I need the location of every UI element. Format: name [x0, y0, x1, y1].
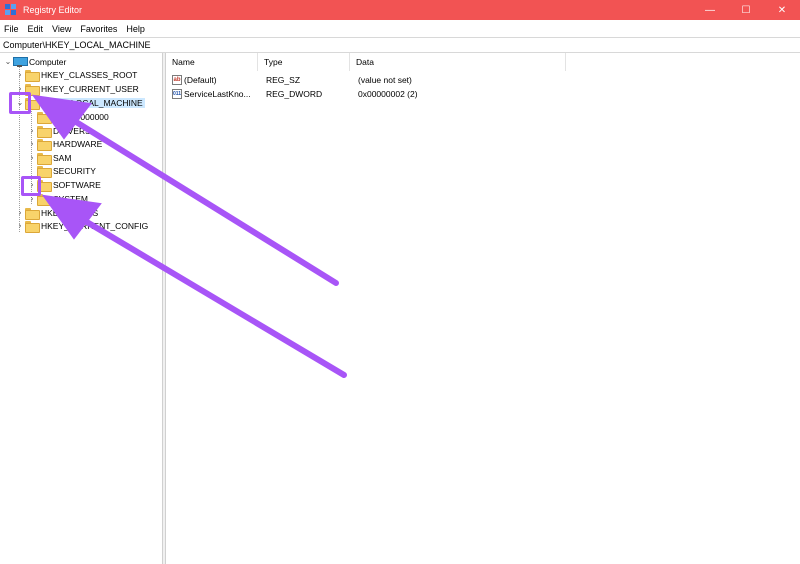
registry-editor-icon [5, 4, 17, 16]
window-title: Registry Editor [23, 5, 83, 15]
tree-item-hkey-classes-root[interactable]: › HKEY_CLASSES_ROOT [15, 68, 138, 82]
close-button[interactable]: ✕ [764, 0, 800, 20]
folder-icon [25, 207, 40, 220]
value-name: (Default) [184, 75, 217, 85]
tree-item-drivers[interactable]: › DRIVERS [27, 124, 91, 138]
folder-icon [37, 152, 52, 165]
menu-edit[interactable]: Edit [24, 24, 49, 34]
menu-file[interactable]: File [0, 24, 24, 34]
tree-label: SAM [53, 152, 72, 163]
tree-pane[interactable]: ⌄ Computer › HKEY_CLASSES_ROOT › HKEY_CU… [0, 53, 162, 564]
value-type: REG_SZ [266, 75, 301, 85]
annotation-highlight-box [9, 92, 31, 114]
value-name: ServiceLastKno... [184, 89, 251, 99]
tree-label: SECURITY [53, 165, 96, 176]
folder-icon [37, 111, 52, 124]
binary-value-icon: 011 [172, 89, 182, 99]
annotation-highlight-box [21, 176, 41, 196]
chevron-down-icon[interactable]: ⌄ [3, 55, 13, 68]
folder-icon [25, 69, 40, 82]
tree-label: SOFTWARE [53, 179, 101, 190]
tree-item-hardware[interactable]: › HARDWARE [27, 137, 103, 151]
tree-item-hkey-current-user[interactable]: › HKEY_CURRENT_USER [15, 82, 139, 96]
chevron-right-icon[interactable]: › [27, 124, 37, 137]
menu-view[interactable]: View [48, 24, 76, 34]
value-type: REG_DWORD [266, 89, 323, 99]
tree-item-hkey-current-config[interactable]: › HKEY_CURRENT_CONFIG [15, 219, 149, 233]
tree-label: SYSTEM [53, 193, 88, 204]
value-data: (value not set) [358, 75, 412, 85]
tree-label: HKEY_CURRENT_CONFIG [41, 220, 149, 231]
folder-icon [37, 165, 52, 178]
menu-favorites[interactable]: Favorites [76, 24, 122, 34]
tree-item-sam[interactable]: › SAM [27, 151, 72, 165]
address-path: Computer\HKEY_LOCAL_MACHINE [3, 40, 151, 50]
tree-label: DRIVERS [53, 125, 91, 136]
column-header-type[interactable]: Type [258, 53, 350, 71]
chevron-right-icon[interactable]: › [15, 206, 25, 219]
folder-icon [37, 138, 52, 151]
folder-icon [37, 125, 52, 138]
tree-item-hkey-users[interactable]: › HKEY_USERS [15, 206, 99, 220]
tree-label: HARDWARE [53, 138, 103, 149]
value-data: 0x00000002 (2) [358, 89, 418, 99]
tree-item-computer[interactable]: ⌄ Computer [3, 55, 66, 68]
table-row[interactable]: 011 ServiceLastKno... REG_DWORD 0x000000… [166, 87, 552, 101]
menu-help[interactable]: Help [122, 24, 150, 34]
minimize-button[interactable]: — [692, 0, 728, 20]
computer-icon [13, 56, 28, 67]
values-pane[interactable]: Name Type Data ab (Default) REG_SZ (valu… [166, 53, 800, 564]
menu-bar: File Edit View Favorites Help [0, 20, 800, 37]
title-bar: Registry Editor — ☐ ✕ [0, 0, 800, 20]
folder-icon [25, 220, 40, 233]
chevron-right-icon[interactable]: › [27, 151, 37, 164]
table-row[interactable]: ab (Default) REG_SZ (value not set) [166, 73, 552, 87]
column-header-data[interactable]: Data [350, 53, 566, 71]
string-value-icon: ab [172, 75, 182, 85]
chevron-right-icon[interactable]: › [27, 137, 37, 150]
tree-label: HKEY_LOCAL_MACHINE [41, 97, 145, 108]
tree-item-hkey-local-machine[interactable]: ⌄ HKEY_LOCAL_MACHINE [15, 96, 145, 110]
maximize-button[interactable]: ☐ [728, 0, 764, 20]
chevron-right-icon[interactable]: › [15, 68, 25, 81]
address-bar[interactable]: Computer\HKEY_LOCAL_MACHINE [0, 37, 800, 53]
tree-label: Computer [29, 56, 67, 67]
tree-label: HKEY_CURRENT_USER [41, 83, 139, 94]
tree-label: HKEY_USERS [41, 207, 99, 218]
tree-label: BCD00000000 [53, 111, 109, 122]
tree-item-bcd[interactable]: BCD00000000 [27, 110, 109, 124]
chevron-right-icon[interactable]: › [15, 219, 25, 232]
tree-label: HKEY_CLASSES_ROOT [41, 69, 138, 80]
list-header: Name Type Data [166, 53, 572, 71]
column-header-name[interactable]: Name [166, 53, 258, 71]
